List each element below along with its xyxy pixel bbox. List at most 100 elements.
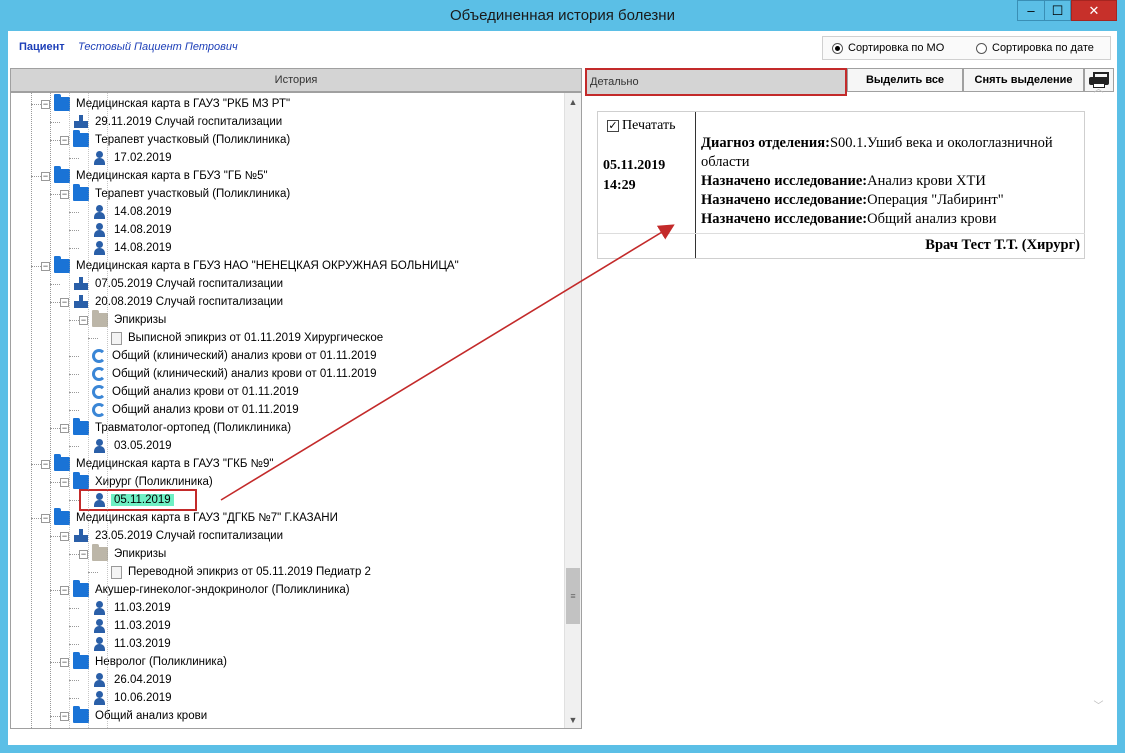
folder-icon bbox=[54, 256, 70, 273]
tree-node[interactable]: − Медицинская карта в ГАУЗ "ДГКБ №7" Г.КА… bbox=[41, 508, 341, 527]
sort-by-mo-label: Сортировка по МО bbox=[848, 42, 945, 54]
tree-node[interactable]: − Невролог (Поликлиника) bbox=[60, 652, 230, 671]
tree-node-label: 03.05.2019 bbox=[114, 440, 172, 452]
detail-scrollbar[interactable]: ︿ ﹀ bbox=[1090, 79, 1107, 713]
tree-node[interactable]: 14.08.2019 bbox=[79, 203, 175, 221]
window-title: Объединенная история болезни bbox=[450, 7, 675, 24]
tree-node[interactable]: − Общий анализ крови bbox=[60, 706, 210, 725]
scroll-up-icon[interactable]: ▲ bbox=[565, 93, 581, 110]
collapse-toggle-icon[interactable]: − bbox=[60, 297, 69, 307]
collapse-toggle-icon[interactable]: − bbox=[60, 189, 69, 199]
collapse-toggle-icon[interactable]: − bbox=[79, 549, 88, 559]
tree-node[interactable]: − Медицинская карта в ГБУЗ НАО "НЕНЕЦКАЯ … bbox=[41, 256, 462, 275]
clear-selection-button[interactable]: Снять выделение bbox=[963, 68, 1084, 92]
tree-node[interactable]: − 23.05.2019 Случай госпитализации bbox=[60, 527, 286, 545]
tree-node[interactable]: 11.03.2019 bbox=[79, 599, 174, 617]
patient-label: Пациент bbox=[19, 41, 65, 53]
tree-node[interactable]: 14.08.2019 bbox=[79, 221, 175, 239]
sort-by-mo-radio[interactable]: Сортировка по МО bbox=[832, 42, 944, 54]
collapse-toggle-icon[interactable]: − bbox=[60, 477, 69, 487]
tree-node[interactable]: 29.11.2019 Случай госпитализации bbox=[60, 113, 285, 131]
tree-node[interactable]: Выписной эпикриз от 01.11.2019 Хирургиче… bbox=[98, 329, 386, 347]
collapse-toggle-icon[interactable]: − bbox=[60, 531, 69, 541]
sort-by-date-label: Сортировка по дате bbox=[992, 42, 1094, 54]
collapse-toggle-icon[interactable]: − bbox=[60, 135, 69, 145]
tree-node[interactable]: − Медицинская карта в ГАУЗ "РКБ МЗ РТ" bbox=[41, 94, 293, 113]
tree-node[interactable]: − Медицинская карта в ГАУЗ "ГКБ №9" bbox=[41, 454, 276, 473]
tree-node[interactable]: 11.03.2019 bbox=[79, 617, 174, 635]
tree-node[interactable]: Общий анализ крови от 01.11.2019 bbox=[79, 383, 302, 401]
collapse-toggle-icon[interactable]: − bbox=[41, 171, 50, 181]
tree-node[interactable]: − 20.08.2019 Случай госпитализации bbox=[60, 293, 286, 311]
scroll-thumb[interactable]: ≡ bbox=[566, 568, 580, 624]
tree-node-label: 23.05.2019 Случай госпитализации bbox=[95, 530, 284, 542]
tree-node[interactable]: 26.04.2019 bbox=[79, 671, 175, 689]
tree-node-label: Медицинская карта в ГБУЗ НАО "НЕНЕЦКАЯ О… bbox=[76, 260, 459, 272]
tree-node[interactable]: 07.05.2019 Случай госпитализации bbox=[60, 275, 286, 293]
tree-node[interactable]: Общий (клинический) анализ крови от 01.1… bbox=[79, 347, 380, 365]
folder-icon bbox=[73, 184, 89, 201]
tree-node[interactable]: Общий анализ крови от 01.11.2019 bbox=[79, 401, 302, 419]
detail-panel: ✓ Печатать 05.11.2019 14:29 Диагноз отде… bbox=[585, 96, 1117, 744]
record-line: Назначено исследование:Операция "Лабирин… bbox=[701, 192, 1004, 208]
tree-node[interactable]: 10.06.2019 bbox=[79, 689, 175, 707]
collapse-toggle-icon[interactable]: − bbox=[60, 585, 69, 595]
tree-node[interactable]: Переводной эпикриз от 05.11.2019 Педиатр… bbox=[98, 563, 374, 581]
history-tree[interactable]: − Медицинская карта в ГАУЗ "РКБ МЗ РТ" 29.… bbox=[10, 92, 582, 729]
client-area: Пациент Тестовый Пациент Петрович Сортир… bbox=[8, 31, 1117, 745]
chevron-up-icon[interactable]: ︿ bbox=[1090, 79, 1107, 96]
minimize-button[interactable]: ‒ bbox=[1017, 0, 1044, 21]
tree-node-label: Переводной эпикриз от 05.11.2019 Педиатр… bbox=[128, 566, 371, 578]
select-all-button[interactable]: Выделить все bbox=[847, 68, 963, 92]
print-checkbox[interactable]: ✓ Печатать bbox=[607, 118, 676, 134]
folder-icon bbox=[54, 166, 70, 183]
tree-node-label: Медицинская карта в ГАУЗ "ДГКБ №7" Г.КАЗ… bbox=[76, 512, 338, 524]
record-date: 05.11.2019 bbox=[603, 158, 666, 173]
person-icon bbox=[92, 151, 108, 165]
folder-icon bbox=[73, 418, 89, 435]
tree-node[interactable]: − Эпикризы bbox=[79, 310, 169, 329]
person-icon bbox=[92, 601, 108, 615]
collapse-toggle-icon[interactable]: − bbox=[60, 711, 69, 721]
person-icon bbox=[92, 637, 108, 651]
tree-node[interactable]: 17.02.2019 bbox=[79, 149, 175, 167]
tree-node-label: Общий (клинический) анализ крови от 01.1… bbox=[112, 368, 377, 380]
person-icon bbox=[92, 223, 108, 237]
tree-node[interactable]: 03.05.2019 bbox=[79, 437, 175, 455]
person-icon bbox=[92, 673, 108, 687]
tree-node[interactable]: − Травматолог-ортопед (Поликлиника) bbox=[60, 418, 294, 437]
collapse-toggle-icon[interactable]: − bbox=[79, 315, 88, 325]
collapse-toggle-icon[interactable]: − bbox=[60, 423, 69, 433]
tree-node[interactable]: − Медицинская карта в ГБУЗ "ГБ №5" bbox=[41, 166, 271, 185]
radio-dot-checked bbox=[832, 42, 843, 54]
title-bar[interactable]: Объединенная история болезни ‒ ☐ ✕ bbox=[0, 0, 1125, 31]
tree-scrollbar[interactable]: ▲ ≡ ▼ bbox=[564, 93, 581, 728]
tree-items: − Медицинская карта в ГАУЗ "РКБ МЗ РТ" 29.… bbox=[11, 93, 566, 728]
collapse-toggle-icon[interactable]: − bbox=[41, 459, 50, 469]
collapse-toggle-icon[interactable]: − bbox=[41, 99, 50, 109]
collapse-toggle-icon[interactable]: − bbox=[41, 513, 50, 523]
tree-node[interactable]: − Терапевт участковый (Поликлиника) bbox=[60, 130, 293, 149]
person-icon bbox=[92, 241, 108, 255]
maximize-button[interactable]: ☐ bbox=[1044, 0, 1071, 21]
lab-test-icon bbox=[92, 403, 106, 417]
hospital-icon bbox=[73, 295, 89, 309]
record-line: Назначено исследование:Анализ крови ХТИ bbox=[701, 173, 986, 189]
chevron-down-icon[interactable]: ﹀ bbox=[1090, 696, 1107, 713]
tree-node[interactable]: − Акушер-гинеколог-эндокринолог (Поликлин… bbox=[60, 580, 353, 599]
tree-node[interactable]: 14.08.2019 bbox=[79, 239, 175, 257]
tree-node-label: 14.08.2019 bbox=[114, 224, 172, 236]
folder-icon bbox=[54, 94, 70, 111]
close-button[interactable]: ✕ bbox=[1071, 0, 1117, 21]
tree-node[interactable]: − Эпикризы bbox=[79, 544, 169, 563]
scroll-down-icon[interactable]: ▼ bbox=[565, 711, 581, 728]
collapse-toggle-icon[interactable]: − bbox=[60, 657, 69, 667]
epicrisis-folder-icon bbox=[92, 310, 108, 327]
sort-options: Сортировка по МО Сортировка по дате bbox=[822, 36, 1111, 60]
sort-by-date-radio[interactable]: Сортировка по дате bbox=[976, 42, 1094, 54]
collapse-toggle-icon[interactable]: − bbox=[41, 261, 50, 271]
tree-node[interactable]: Общий (клинический) анализ крови от 01.1… bbox=[79, 365, 380, 383]
tree-node[interactable]: 11.03.2019 bbox=[79, 635, 174, 653]
hospital-icon bbox=[73, 529, 89, 543]
tree-node[interactable]: − Терапевт участковый (Поликлиника) bbox=[60, 184, 293, 203]
